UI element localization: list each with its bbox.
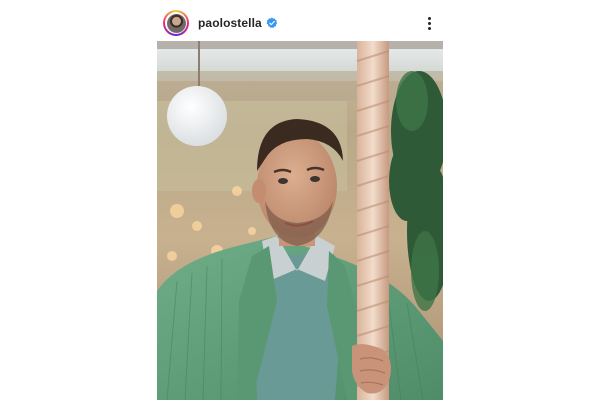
post-photo[interactable]	[157, 41, 443, 400]
more-options-icon[interactable]	[421, 13, 437, 33]
story-ring[interactable]	[163, 10, 189, 36]
username-link[interactable]: paolostella	[198, 16, 262, 30]
avatar-icon[interactable]	[166, 13, 186, 33]
verified-badge-icon	[266, 17, 277, 28]
instagram-post: paolostella	[0, 0, 600, 400]
photo-image	[157, 41, 443, 400]
post-header: paolostella	[157, 8, 443, 38]
